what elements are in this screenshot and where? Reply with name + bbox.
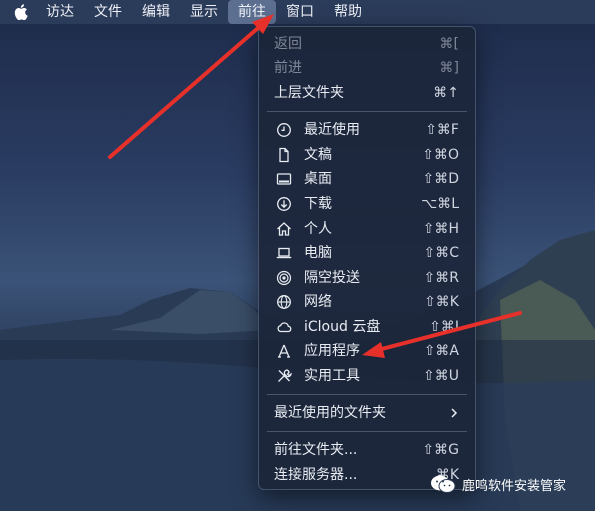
wechat-icon: [431, 475, 456, 493]
annotation-arrows: [108, 14, 522, 358]
red-arrow-icon: [362, 311, 522, 358]
watermark: 鹿鸣软件安装管家: [430, 470, 566, 498]
watermark-text: 鹿鸣软件安装管家: [462, 478, 567, 494]
red-arrow-icon: [108, 14, 274, 159]
